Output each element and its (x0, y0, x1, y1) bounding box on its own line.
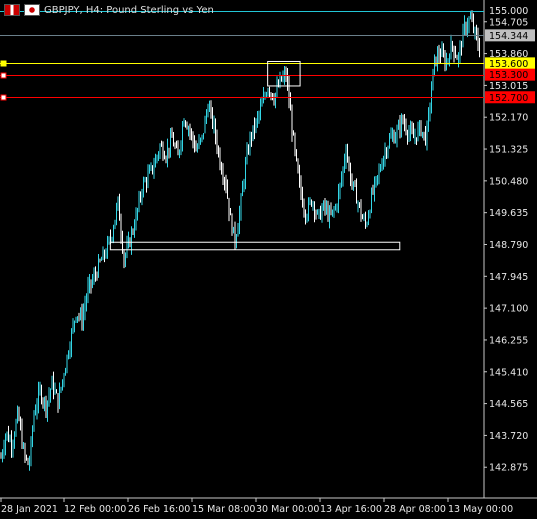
price-axis-label: 154.705 (489, 17, 528, 28)
time-axis-label: 12 Feb 00:00 (64, 504, 126, 515)
price-axis-label: 147.100 (489, 304, 528, 315)
time-axis-label: 15 Mar 08:00 (192, 504, 255, 515)
price-axis-label: 147.945 (489, 272, 528, 283)
chart-title: GBPJPY, H4: Pound Sterling vs Yen (44, 4, 214, 16)
japan-flag-icon (24, 4, 40, 16)
candlestick-chart[interactable]: 155.000154.705154.344153.860153.600153.3… (0, 0, 537, 519)
uk-flag-icon (4, 4, 20, 16)
red-level-handle[interactable] (0, 94, 7, 101)
price-axis-label: 145.410 (489, 367, 528, 378)
price-axis-label: 143.720 (489, 431, 528, 442)
price-axis-label: 153.300 (489, 70, 528, 81)
price-axis-label: 148.790 (489, 240, 528, 251)
chart-area[interactable]: 155.000 154.705 154.344 153.860 153.600 153.3… (0, 0, 537, 519)
price-axis-label: 149.635 (489, 208, 528, 219)
rectangle-object-2[interactable] (109, 241, 401, 251)
price-axis-label: 153.600 (489, 59, 528, 70)
price-axis-label: 146.255 (489, 335, 528, 346)
time-axis-label: 28 Jan 2021 (1, 504, 58, 515)
time-axis-label: 28 Apr 08:00 (384, 504, 446, 515)
price-axis-label: 150.480 (489, 176, 528, 187)
time-axis-label: 13 May 00:00 (448, 504, 513, 515)
price-axis-label: 152.700 (489, 93, 528, 104)
time-axis-label: 30 Mar 00:00 (256, 504, 319, 515)
price-axis-label: 152.170 (489, 113, 528, 124)
price-axis-label: 155.000 (489, 6, 528, 17)
yellow-level-handle[interactable] (0, 60, 7, 67)
rectangle-object-1[interactable] (267, 60, 301, 87)
price-axis-label: 151.325 (489, 145, 528, 156)
price-axis-label: 144.565 (489, 399, 528, 410)
price-axis-label: 154.344 (489, 31, 528, 42)
time-axis-label: 26 Feb 16:00 (128, 504, 190, 515)
chart-header: GBPJPY, H4: Pound Sterling vs Yen (4, 3, 214, 17)
price-axis-label: 142.875 (489, 463, 528, 474)
time-axis-label: 13 Apr 16:00 (320, 504, 382, 515)
price-axis-label: 153.015 (489, 81, 528, 92)
red-level-handle[interactable] (0, 72, 7, 79)
